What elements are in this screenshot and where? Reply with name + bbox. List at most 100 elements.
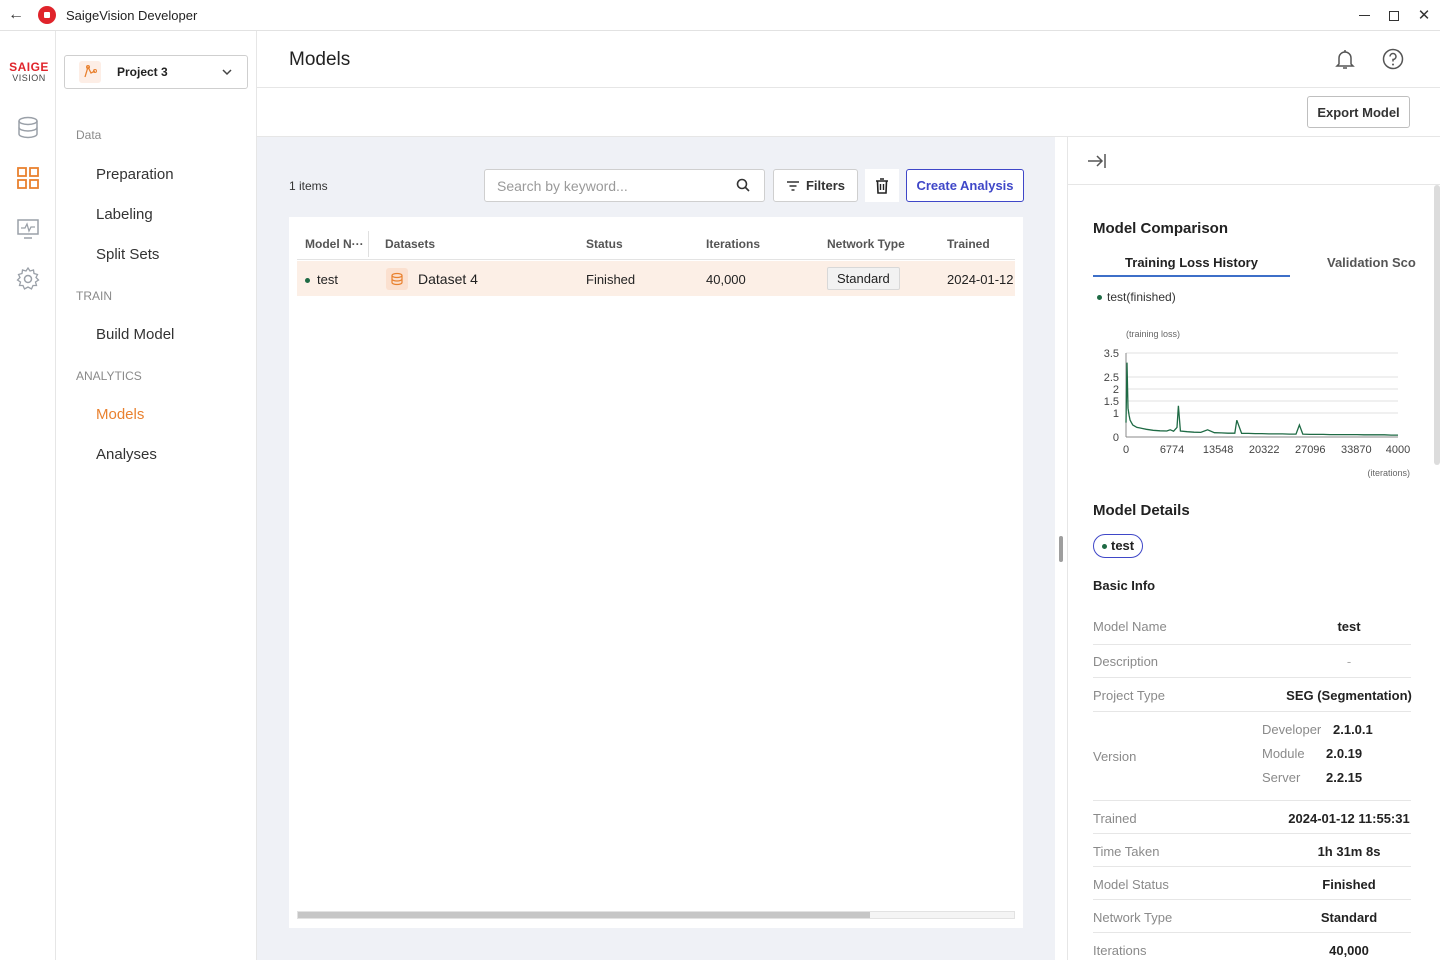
nav-labeling[interactable]: Labeling bbox=[96, 206, 153, 223]
col-model-name[interactable]: Model N··· bbox=[305, 237, 364, 251]
settings-gear-icon[interactable] bbox=[15, 266, 41, 292]
search-icon[interactable] bbox=[736, 178, 750, 192]
export-model-button[interactable]: Export Model bbox=[1307, 96, 1410, 128]
section-data: Data bbox=[76, 128, 102, 142]
legend-label: test(finished) bbox=[1107, 290, 1176, 304]
series-line bbox=[1125, 362, 1398, 436]
filters-label: Filters bbox=[805, 178, 845, 193]
label-model-name: Model Name bbox=[1093, 619, 1167, 634]
col-network-type[interactable]: Network Type bbox=[827, 237, 905, 251]
database-icon[interactable] bbox=[15, 115, 41, 141]
y-tick-label: 3.5 bbox=[1104, 348, 1119, 360]
col-iterations[interactable]: Iterations bbox=[706, 237, 760, 251]
basic-info-title: Basic Info bbox=[1093, 578, 1156, 593]
help-icon[interactable] bbox=[1381, 47, 1405, 71]
chevron-down-icon bbox=[222, 69, 232, 76]
model-comparison-title: Model Comparison bbox=[1093, 220, 1229, 237]
cell-iterations: 40,000 bbox=[706, 272, 746, 287]
dataset-icon bbox=[386, 268, 408, 290]
value-model-name: test bbox=[1337, 619, 1361, 634]
create-analysis-button[interactable]: Create Analysis bbox=[906, 169, 1024, 202]
bell-icon[interactable] bbox=[1333, 47, 1357, 71]
row-version: Version Developer 2.1.0.1 Module 2.0.19 … bbox=[1093, 712, 1411, 801]
cell-status: Finished bbox=[586, 272, 636, 287]
col-status[interactable]: Status bbox=[586, 237, 623, 251]
value-project-type: SEG (Segmentation) bbox=[1286, 688, 1412, 703]
label-description: Description bbox=[1093, 654, 1159, 669]
maximize-icon[interactable] bbox=[1388, 10, 1400, 22]
x-tick-label: 20322 bbox=[1249, 444, 1280, 456]
value-module-version: 2.0.19 bbox=[1326, 746, 1363, 761]
value-model-status: Finished bbox=[1322, 877, 1376, 892]
section-analytics: ANALYTICS bbox=[76, 369, 142, 383]
panel-resize-handle[interactable] bbox=[1059, 536, 1063, 562]
delete-button[interactable] bbox=[865, 169, 899, 202]
panel-scrollbar[interactable] bbox=[1434, 185, 1440, 465]
panel-toolbar bbox=[1068, 137, 1440, 185]
row-project-type: Project Type SEG (Segmentation) bbox=[1093, 678, 1412, 712]
page-title: Models bbox=[289, 49, 351, 70]
y-axis-label: (training loss) bbox=[1126, 329, 1180, 339]
row-model-name: Model Name test bbox=[1093, 609, 1411, 645]
models-content: 1 items Filters Create Analysis Model N·… bbox=[257, 137, 1055, 960]
status-dot-icon bbox=[305, 278, 310, 284]
y-tick-label: 0 bbox=[1113, 432, 1119, 444]
label-version: Version bbox=[1093, 749, 1137, 764]
x-tick-label: 0 bbox=[1123, 444, 1129, 456]
nav-preparation[interactable]: Preparation bbox=[96, 166, 174, 183]
network-type-badge: Standard bbox=[827, 267, 900, 290]
value-iterations: 40,000 bbox=[1329, 943, 1369, 958]
search-input[interactable] bbox=[497, 176, 727, 196]
table-row[interactable]: test Dataset 4 Finished 40,000 Standard … bbox=[297, 261, 1015, 296]
model-dot-icon bbox=[1102, 544, 1107, 550]
label-project-type: Project Type bbox=[1093, 688, 1166, 703]
sidebar: Project 3 Data Preparation Labeling Spli… bbox=[56, 31, 257, 960]
project-name: Project 3 bbox=[117, 65, 168, 79]
training-loss-chart: (training loss) 3.5 2.521.51 00 6774 13548 203… bbox=[1104, 329, 1411, 478]
nav-analyses[interactable]: Analyses bbox=[96, 446, 157, 463]
trash-icon bbox=[876, 177, 888, 194]
minimize-icon[interactable] bbox=[1358, 10, 1370, 22]
legend-dot-icon bbox=[1097, 295, 1102, 301]
column-resize-handle[interactable] bbox=[368, 231, 369, 257]
filters-button[interactable]: Filters bbox=[773, 169, 858, 202]
title-bar: ← SaigeVision Developer ✕ bbox=[0, 0, 1440, 31]
value-network-type: Standard bbox=[1320, 910, 1378, 925]
label-trained: Trained bbox=[1093, 811, 1137, 826]
nav-build-model[interactable]: Build Model bbox=[96, 326, 174, 343]
value-server-version: 2.2.15 bbox=[1326, 770, 1363, 785]
col-trained[interactable]: Trained bbox=[947, 237, 990, 251]
tab-validation-score[interactable]: Validation Sco bbox=[1327, 255, 1416, 270]
app-logo-icon bbox=[38, 6, 56, 24]
x-tick-label: 6774 bbox=[1160, 444, 1184, 456]
chart-legend: test(finished) bbox=[1097, 290, 1176, 304]
back-arrow-icon[interactable]: ← bbox=[0, 6, 32, 24]
scrollbar-thumb[interactable] bbox=[298, 912, 870, 918]
x-tick-label: 33870 bbox=[1341, 444, 1372, 456]
icon-rail: SAIGE VISION bbox=[0, 31, 56, 960]
filter-icon bbox=[786, 180, 799, 191]
close-icon[interactable]: ✕ bbox=[1418, 8, 1431, 23]
project-selector[interactable]: Project 3 bbox=[64, 55, 248, 89]
tab-training-loss-history[interactable]: Training Loss History bbox=[1093, 255, 1290, 277]
model-details-title: Model Details bbox=[1093, 502, 1190, 519]
model-tag-pill[interactable]: test bbox=[1093, 534, 1144, 558]
row-description: Description - bbox=[1093, 645, 1411, 678]
label-module-version: Module bbox=[1262, 746, 1305, 761]
collapse-panel-icon[interactable] bbox=[1086, 151, 1108, 171]
label-time-taken: Time Taken bbox=[1093, 844, 1160, 859]
y-tick-label: 2.5 bbox=[1104, 372, 1119, 384]
action-bar: Export Model bbox=[257, 88, 1440, 137]
horizontal-scrollbar[interactable] bbox=[297, 911, 1015, 919]
project-icon bbox=[79, 61, 101, 83]
nav-split-sets[interactable]: Split Sets bbox=[96, 246, 159, 263]
nav-models[interactable]: Models bbox=[96, 406, 144, 423]
grid-dashboard-icon[interactable] bbox=[15, 165, 41, 191]
window-title: SaigeVision Developer bbox=[66, 7, 198, 23]
label-model-status: Model Status bbox=[1093, 877, 1169, 892]
col-datasets[interactable]: Datasets bbox=[385, 237, 435, 251]
value-developer-version: 2.1.0.1 bbox=[1333, 722, 1373, 737]
row-model-status: Model Status Finished bbox=[1093, 867, 1411, 900]
label-network-type: Network Type bbox=[1093, 910, 1173, 925]
monitor-chart-icon[interactable] bbox=[15, 216, 41, 242]
